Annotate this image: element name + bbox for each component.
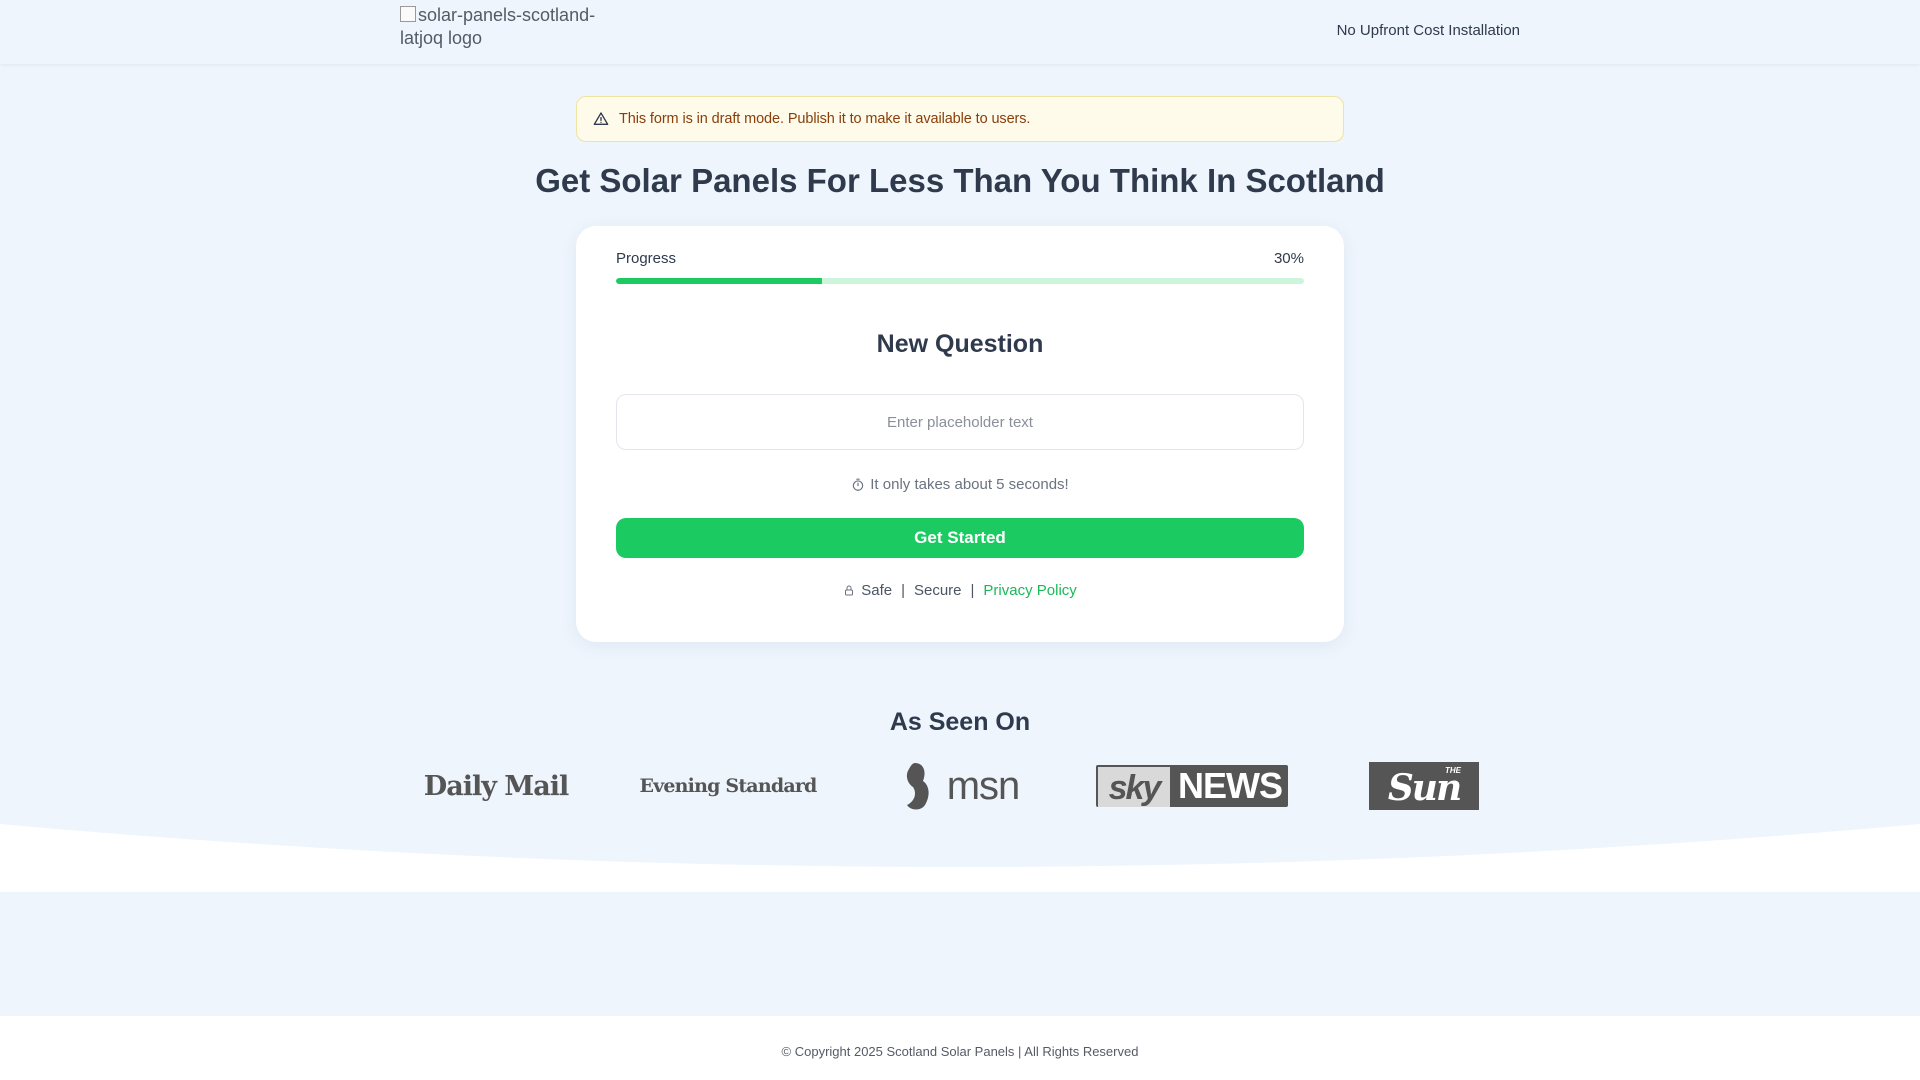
the-sun-box: THE Sun: [1369, 762, 1479, 810]
safe-label: Safe: [861, 582, 893, 599]
footer-band: [0, 892, 1920, 1016]
footer-copyright: © Copyright 2025 Scotland Solar Panels |…: [781, 1044, 1139, 1059]
broken-image-icon: [400, 6, 416, 22]
msn-wordmark: msn: [946, 763, 1021, 808]
the-sun-logo: THE Sun: [1328, 756, 1520, 816]
privacy-policy-link[interactable]: Privacy Policy: [983, 582, 1076, 599]
question-title: New Question: [876, 330, 1044, 358]
time-estimate: It only takes about 5 seconds!: [576, 476, 1344, 493]
alert-text: This form is in draft mode. Publish it t…: [619, 111, 1031, 127]
sky-badge: sky: [1098, 767, 1170, 807]
progress-label: Progress: [616, 250, 677, 267]
as-seen-on-title: As Seen On: [889, 708, 1031, 736]
logo-alt-text: solar-panels-scotland-latjoq logo: [400, 5, 596, 48]
secure-label: Secure: [913, 582, 962, 599]
page-title: Get Solar Panels For Less Than You Think…: [535, 162, 1385, 199]
progress-bar: [616, 278, 1304, 284]
get-started-button[interactable]: Get Started: [616, 518, 1304, 558]
evening-standard-logo: Evening Standard: [632, 756, 824, 816]
site-header: solar-panels-scotland-latjoq logo No Upf…: [0, 0, 1920, 64]
separator: |: [901, 582, 905, 599]
answer-input[interactable]: [616, 394, 1304, 450]
separator: |: [970, 582, 975, 599]
sky-news-box: sky NEWS: [1096, 765, 1288, 807]
sky-wordmark: sky: [1108, 768, 1162, 807]
the-sun-the: THE: [1445, 766, 1461, 775]
sky-news-logo: sky NEWS: [1096, 756, 1288, 816]
msn-logo: msn: [864, 756, 1056, 816]
progress-percent: 30%: [1273, 250, 1304, 267]
progress-header: Progress 30%: [616, 250, 1304, 267]
site-logo[interactable]: solar-panels-scotland-latjoq logo: [400, 4, 600, 50]
draft-mode-alert: This form is in draft mode. Publish it t…: [576, 96, 1344, 142]
progress-bar-fill: [616, 278, 823, 284]
news-wordmark: NEWS: [1178, 765, 1283, 806]
header-tagline: No Upfront Cost Installation: [1336, 22, 1520, 39]
form-card: Progress 30% New Question It only takes …: [576, 226, 1344, 642]
lock-icon: [845, 585, 854, 596]
warning-triangle-icon: [593, 112, 609, 125]
daily-mail-logo: Daily Mail: [400, 756, 592, 816]
stopwatch-icon: [853, 478, 864, 491]
time-estimate-text: It only takes about 5 seconds!: [870, 476, 1069, 493]
daily-mail-wordmark: Daily Mail: [423, 770, 569, 802]
wave-divider: [0, 820, 1920, 900]
msn-butterfly-icon: [906, 763, 929, 810]
trust-badges: Safe | Secure | Privacy Policy: [576, 582, 1344, 599]
evening-standard-wordmark: Evening Standard: [639, 775, 817, 797]
